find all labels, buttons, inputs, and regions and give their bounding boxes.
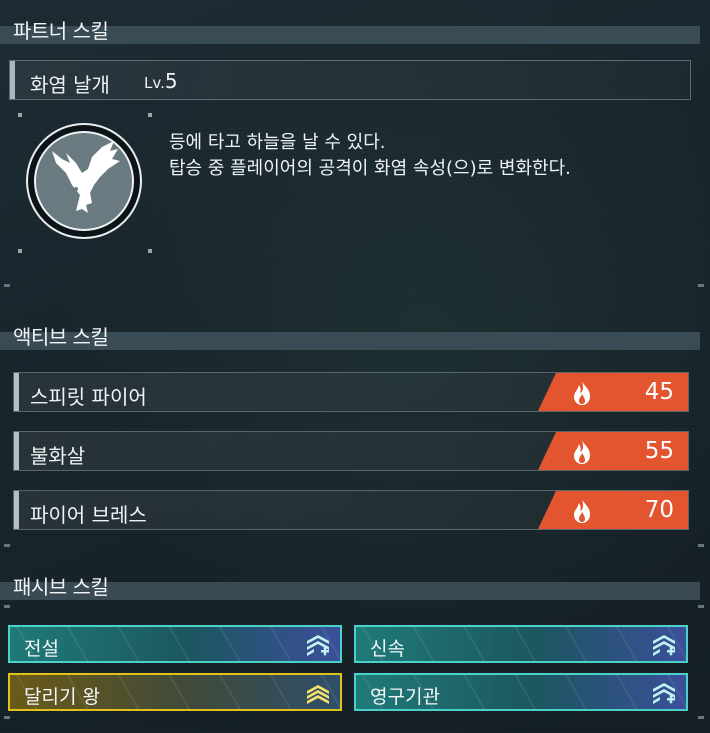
- divider-tick: [4, 544, 10, 547]
- active-skill-row[interactable]: 스피릿 파이어 45: [13, 372, 689, 412]
- skill-power-value: 45: [644, 379, 674, 405]
- emblem-inner: [34, 131, 134, 231]
- divider-tick: [4, 605, 10, 608]
- partner-skill-description: 등에 타고 하늘을 날 수 있다. 탑승 중 플레이어의 공격이 화염 속성(으…: [169, 130, 571, 182]
- active-skill-name: 파이어 브레스: [30, 503, 147, 527]
- frame-corner: [18, 113, 22, 117]
- skill-power-value: 70: [644, 497, 674, 523]
- partner-skill-header: 파트너 스킬: [0, 0, 700, 48]
- passive-skill-title: 패시브 스킬: [13, 575, 109, 599]
- divider-tick: [4, 716, 10, 719]
- passive-skill-name: 신속: [370, 638, 405, 660]
- passive-skill-item[interactable]: 영구기관: [354, 673, 688, 711]
- passive-skill-item[interactable]: 신속: [354, 625, 688, 663]
- partner-skill-name-box: 화염 날개 Lv.5: [9, 60, 691, 100]
- passive-skill-name: 영구기관: [370, 686, 440, 708]
- row-accent: [14, 432, 19, 470]
- background: [0, 0, 710, 733]
- row-accent: [14, 373, 19, 411]
- active-skill-row[interactable]: 불화살 55: [13, 431, 689, 471]
- triangle-pattern: [10, 627, 340, 661]
- passive-skill-name: 전설: [24, 638, 59, 660]
- divider-tick: [698, 284, 704, 287]
- description-line: 등에 타고 하늘을 날 수 있다.: [169, 132, 386, 153]
- partner-skill-name: 화염 날개: [30, 73, 110, 97]
- active-skill-row[interactable]: 파이어 브레스 70: [13, 490, 689, 530]
- active-skill-name: 불화살: [30, 444, 86, 468]
- divider-tick: [4, 284, 10, 287]
- eagle-silhouette: [52, 141, 120, 213]
- active-skill-title: 액티브 스킬: [13, 325, 109, 349]
- name-box-accent: [10, 61, 15, 99]
- passive-skill-item[interactable]: 전설: [8, 625, 342, 663]
- rank-up-plus-icon: [307, 635, 329, 656]
- description-line: 탑승 중 플레이어의 공격이 화염 속성(으)로 변화한다.: [169, 158, 571, 179]
- partner-skill-title: 파트너 스킬: [13, 19, 109, 43]
- divider-tick: [698, 605, 704, 608]
- fire-icon: [574, 381, 590, 405]
- level-value: 5: [164, 69, 178, 93]
- rank-up-plus-icon: [653, 635, 675, 656]
- skill-power-value: 55: [644, 438, 674, 464]
- element-badge: 45: [538, 373, 688, 411]
- triangle-pattern: [356, 627, 686, 661]
- passive-skill-name: 달리기 왕: [24, 686, 100, 708]
- frame-corner: [18, 249, 22, 253]
- level-prefix: Lv.: [144, 74, 165, 92]
- eagle-emblem-icon: [28, 125, 140, 237]
- frame-corner: [148, 113, 152, 117]
- rank-chevrons-icon: [307, 685, 329, 704]
- element-badge: 70: [538, 491, 688, 529]
- active-skill-name: 스피릿 파이어: [30, 385, 147, 409]
- passive-skill-header: 패시브 스킬: [0, 556, 700, 604]
- rank-up-plus-icon: [653, 683, 675, 704]
- row-accent: [14, 491, 19, 529]
- fire-icon: [574, 440, 590, 464]
- fire-icon: [574, 499, 590, 523]
- element-badge: 55: [538, 432, 688, 470]
- divider-tick: [698, 716, 704, 719]
- partner-skill-level: Lv.5: [144, 69, 178, 93]
- frame-corner: [148, 249, 152, 253]
- active-skill-header: 액티브 스킬: [0, 306, 700, 354]
- divider-tick: [698, 544, 704, 547]
- passive-skill-item[interactable]: 달리기 왕: [8, 673, 342, 711]
